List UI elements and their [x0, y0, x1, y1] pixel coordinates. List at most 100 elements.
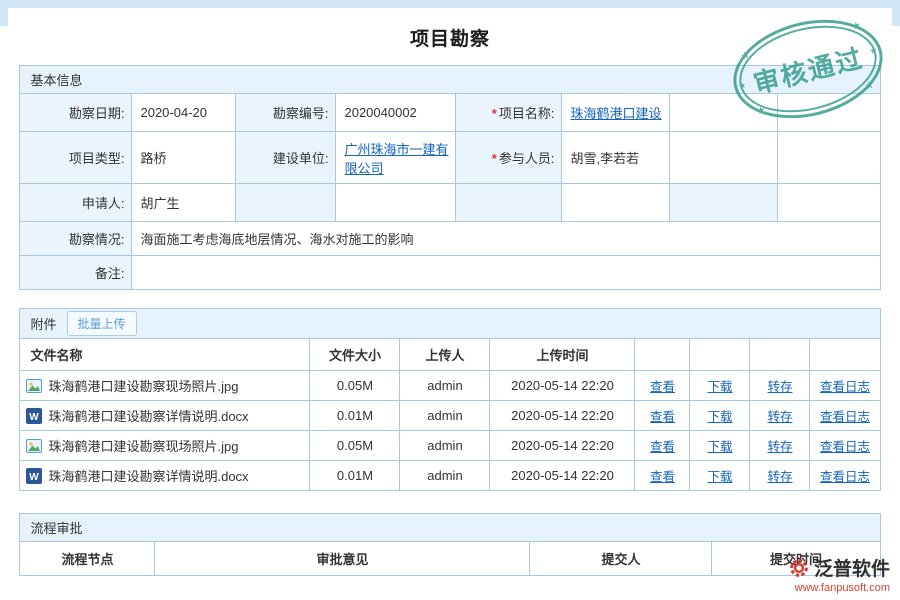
column-header-uploader: 上传人 — [400, 339, 490, 371]
file-uploader: admin — [400, 371, 490, 401]
column-header-empty — [810, 339, 880, 371]
project-type-value: 路桥 — [132, 132, 236, 184]
empty-label-cell — [456, 184, 562, 222]
word-icon: W — [26, 408, 42, 424]
build-unit-label: 建设单位: — [236, 132, 336, 184]
file-name: 珠海鹤港口建设勘察详情说明.docx — [48, 406, 248, 425]
file-name: 珠海鹤港口建设勘察详情说明.docx — [48, 466, 248, 485]
file-name: 珠海鹤港口建设勘察现场照片.jpg — [48, 376, 238, 395]
view-log-link[interactable]: 查看日志 — [820, 410, 870, 424]
basic-info-table: 基本信息 勘察日期: 2020-04-20 勘察编号: 2020040002 *… — [19, 65, 880, 290]
word-icon: W — [26, 468, 42, 484]
empty-cell — [670, 94, 778, 132]
file-size: 0.01M — [310, 461, 400, 491]
empty-cell — [562, 184, 670, 222]
participants-value: 胡雪,李若若 — [562, 132, 670, 184]
empty-cell — [670, 132, 778, 184]
required-asterisk: * — [492, 106, 497, 121]
table-row: 勘察情况: 海面施工考虑海底地层情况、海水对施工的影响 — [20, 222, 880, 256]
survey-date-value: 2020-04-20 — [132, 94, 236, 132]
image-icon — [26, 378, 42, 394]
transfer-link[interactable]: 转存 — [767, 380, 792, 394]
table-row: 备注: — [20, 256, 880, 290]
download-link[interactable]: 下载 — [707, 470, 732, 484]
page-top-strip — [0, 0, 900, 8]
column-header-filesize: 文件大小 — [310, 339, 400, 371]
table-row: 珠海鹤港口建设勘察现场照片.jpg 0.05M admin 2020-05-14… — [20, 431, 880, 461]
table-row: 珠海鹤港口建设勘察现场照片.jpg 0.05M admin 2020-05-14… — [20, 371, 880, 401]
survey-date-label: 勘察日期: — [20, 94, 132, 132]
table-row: W 珠海鹤港口建设勘察详情说明.docx 0.01M admin 2020-05… — [20, 401, 880, 431]
file-uploader: admin — [400, 401, 490, 431]
transfer-link[interactable]: 转存 — [767, 440, 792, 454]
vendor-url: www.fanpusoft.com — [788, 582, 890, 594]
file-size: 0.05M — [310, 431, 400, 461]
table-row: W 珠海鹤港口建设勘察详情说明.docx 0.01M admin 2020-05… — [20, 461, 880, 491]
view-log-link[interactable]: 查看日志 — [820, 470, 870, 484]
file-uploader: admin — [400, 431, 490, 461]
remark-label: 备注: — [20, 256, 132, 290]
empty-cell — [778, 132, 880, 184]
page-title: 项目勘察 — [0, 24, 900, 51]
project-name-value: 珠海鹤港口建设 — [562, 94, 670, 132]
star-icon: ★ — [740, 50, 751, 63]
applicant-label: 申请人: — [20, 184, 132, 222]
empty-cell — [336, 184, 456, 222]
view-log-link[interactable]: 查看日志 — [820, 380, 870, 394]
column-header-empty — [690, 339, 750, 371]
empty-label-cell — [670, 184, 778, 222]
download-link[interactable]: 下载 — [707, 380, 732, 394]
page-corner-right — [892, 8, 900, 26]
view-link[interactable]: 查看 — [650, 380, 675, 394]
approval-section-title: 流程审批 — [20, 514, 880, 542]
download-link[interactable]: 下载 — [707, 410, 732, 424]
view-log-link[interactable]: 查看日志 — [820, 440, 870, 454]
empty-cell — [778, 184, 880, 222]
empty-cell — [778, 94, 880, 132]
view-link[interactable]: 查看 — [650, 410, 675, 424]
file-upload-time: 2020-05-14 22:20 — [490, 431, 635, 461]
file-size: 0.01M — [310, 401, 400, 431]
column-header-approval-opinion: 审批意见 — [155, 542, 530, 576]
table-row: 勘察日期: 2020-04-20 勘察编号: 2020040002 *项目名称:… — [20, 94, 880, 132]
project-type-label: 项目类型: — [20, 132, 132, 184]
file-upload-time: 2020-05-14 22:20 — [490, 461, 635, 491]
file-name: 珠海鹤港口建设勘察现场照片.jpg — [48, 436, 238, 455]
survey-no-value: 2020040002 — [336, 94, 456, 132]
page-corner-left — [0, 8, 8, 26]
attachments-table: 附件 批量上传 文件名称 文件大小 上传人 上传时间 珠海鹤港口建设勘察现场照片… — [19, 308, 880, 491]
attachments-section-title: 附件 — [30, 314, 56, 333]
transfer-link[interactable]: 转存 — [767, 410, 792, 424]
file-upload-time: 2020-05-14 22:20 — [490, 401, 635, 431]
survey-no-label: 勘察编号: — [236, 94, 336, 132]
file-size: 0.05M — [310, 371, 400, 401]
approval-flow-table: 流程审批 流程节点 审批意见 提交人 提交时间 — [19, 513, 880, 576]
project-name-label: *项目名称: — [456, 94, 562, 132]
column-header-empty — [750, 339, 810, 371]
participants-label: *参与人员: — [456, 132, 562, 184]
file-upload-time: 2020-05-14 22:20 — [490, 371, 635, 401]
column-header-empty — [635, 339, 690, 371]
basic-info-section-title: 基本信息 — [20, 66, 880, 94]
view-link[interactable]: 查看 — [650, 440, 675, 454]
remark-value — [132, 256, 880, 290]
project-name-link[interactable]: 珠海鹤港口建设 — [570, 106, 661, 121]
column-header-filename: 文件名称 — [20, 339, 310, 371]
table-row: 项目类型: 路桥 建设单位: 广州珠海市一建有限公司 *参与人员: 胡雪,李若若 — [20, 132, 880, 184]
build-unit-link[interactable]: 广州珠海市一建有限公司 — [344, 142, 448, 176]
survey-situation-value: 海面施工考虑海底地层情况、海水对施工的影响 — [132, 222, 880, 256]
svg-text:W: W — [30, 412, 40, 423]
build-unit-value: 广州珠海市一建有限公司 — [336, 132, 456, 184]
batch-upload-button[interactable]: 批量上传 — [67, 311, 137, 336]
column-header-submit-time: 提交时间 — [712, 542, 880, 576]
applicant-value: 胡广生 — [132, 184, 236, 222]
column-header-flow-node: 流程节点 — [20, 542, 155, 576]
required-asterisk: * — [492, 151, 497, 166]
svg-text:W: W — [30, 472, 40, 483]
file-uploader: admin — [400, 461, 490, 491]
transfer-link[interactable]: 转存 — [767, 470, 792, 484]
view-link[interactable]: 查看 — [650, 470, 675, 484]
download-link[interactable]: 下载 — [707, 440, 732, 454]
column-header-uploadtime: 上传时间 — [490, 339, 635, 371]
survey-situation-label: 勘察情况: — [20, 222, 132, 256]
